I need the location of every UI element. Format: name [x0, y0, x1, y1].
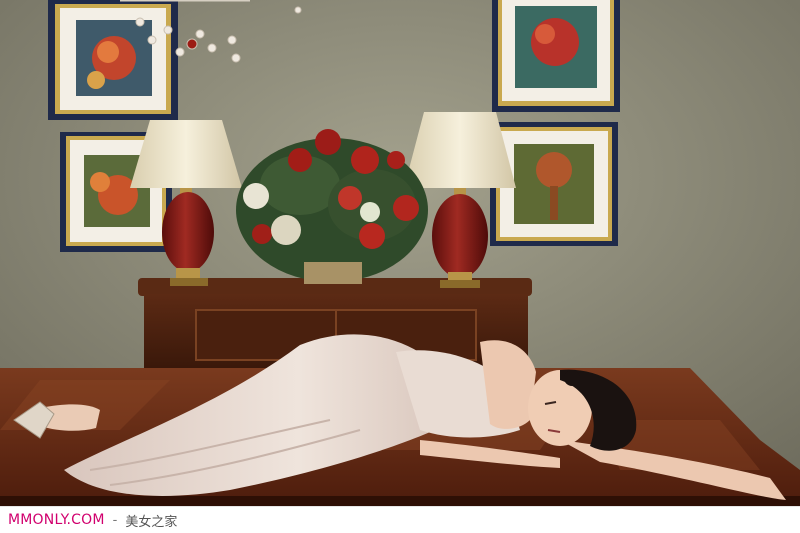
watermark-tagline: 美女之家 — [125, 514, 178, 530]
watermark-site: MMONLY.COM — [8, 512, 105, 528]
frame-top-left — [48, 0, 178, 120]
frame-top-right — [492, 0, 620, 112]
scene-illustration — [0, 0, 800, 506]
watermark-separator: - — [112, 512, 118, 528]
photo-frame: MMONLY.COM - 美女之家 — [0, 0, 800, 533]
watermark-bar: MMONLY.COM - 美女之家 — [0, 506, 800, 533]
